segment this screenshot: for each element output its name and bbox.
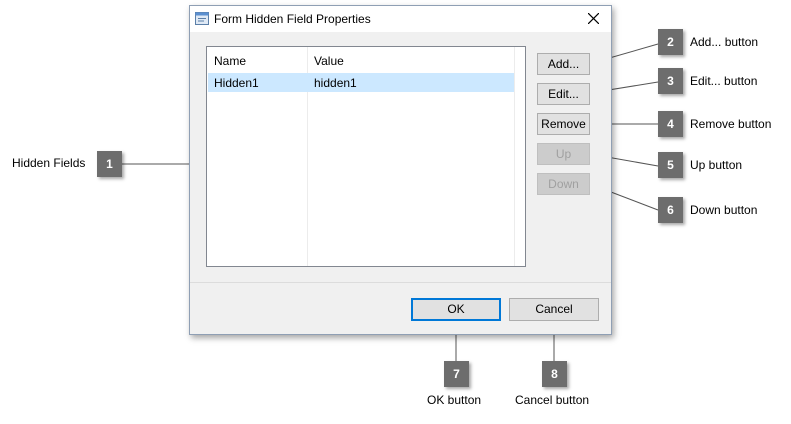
column-separator — [514, 47, 515, 266]
add-button[interactable]: Add... — [537, 53, 590, 75]
callout-badge-8: 8 — [542, 361, 567, 387]
callout-badge-2: 2 — [658, 29, 683, 55]
callout-label-4: Remove button — [690, 117, 772, 131]
callout-label-3: Edit... button — [690, 74, 758, 88]
callout-label-8: Cancel button — [515, 393, 590, 407]
callout-badge-6: 6 — [658, 197, 683, 223]
dialog-title: Form Hidden Field Properties — [214, 12, 371, 26]
callout-label-1: Hidden Fields — [12, 156, 86, 170]
down-button[interactable]: Down — [537, 173, 590, 195]
callout-label-7: OK button — [427, 393, 482, 407]
callout-label-2: Add... button — [690, 35, 759, 49]
window-icon — [195, 12, 209, 25]
callout-label-6: Down button — [690, 203, 758, 217]
hidden-fields-list[interactable]: Name Value Hidden1 hidden1 — [206, 46, 526, 267]
remove-button[interactable]: Remove — [537, 113, 590, 135]
ok-button[interactable]: OK — [411, 298, 501, 321]
title-bar: Form Hidden Field Properties — [190, 6, 611, 32]
close-button[interactable] — [577, 6, 611, 32]
callout-badge-4: 4 — [658, 111, 683, 137]
callout-label-5: Up button — [690, 158, 743, 172]
callout-badge-3: 3 — [658, 68, 683, 94]
close-icon — [588, 13, 599, 24]
column-header-name[interactable]: Name — [214, 54, 246, 68]
row-name-cell: Hidden1 — [214, 76, 259, 90]
up-button[interactable]: Up — [537, 143, 590, 165]
callout-badge-5: 5 — [658, 152, 683, 178]
form-hidden-field-properties-dialog: Form Hidden Field Properties Name Value … — [189, 5, 612, 335]
row-value-cell: hidden1 — [314, 76, 357, 90]
button-area-separator — [190, 282, 611, 283]
cancel-button[interactable]: Cancel — [509, 298, 599, 321]
edit-button[interactable]: Edit... — [537, 83, 590, 105]
column-header-value[interactable]: Value — [314, 54, 344, 68]
list-row-selected[interactable]: Hidden1 hidden1 — [208, 73, 514, 92]
callout-badge-7: 7 — [444, 361, 469, 387]
callout-badge-1: 1 — [97, 151, 122, 177]
